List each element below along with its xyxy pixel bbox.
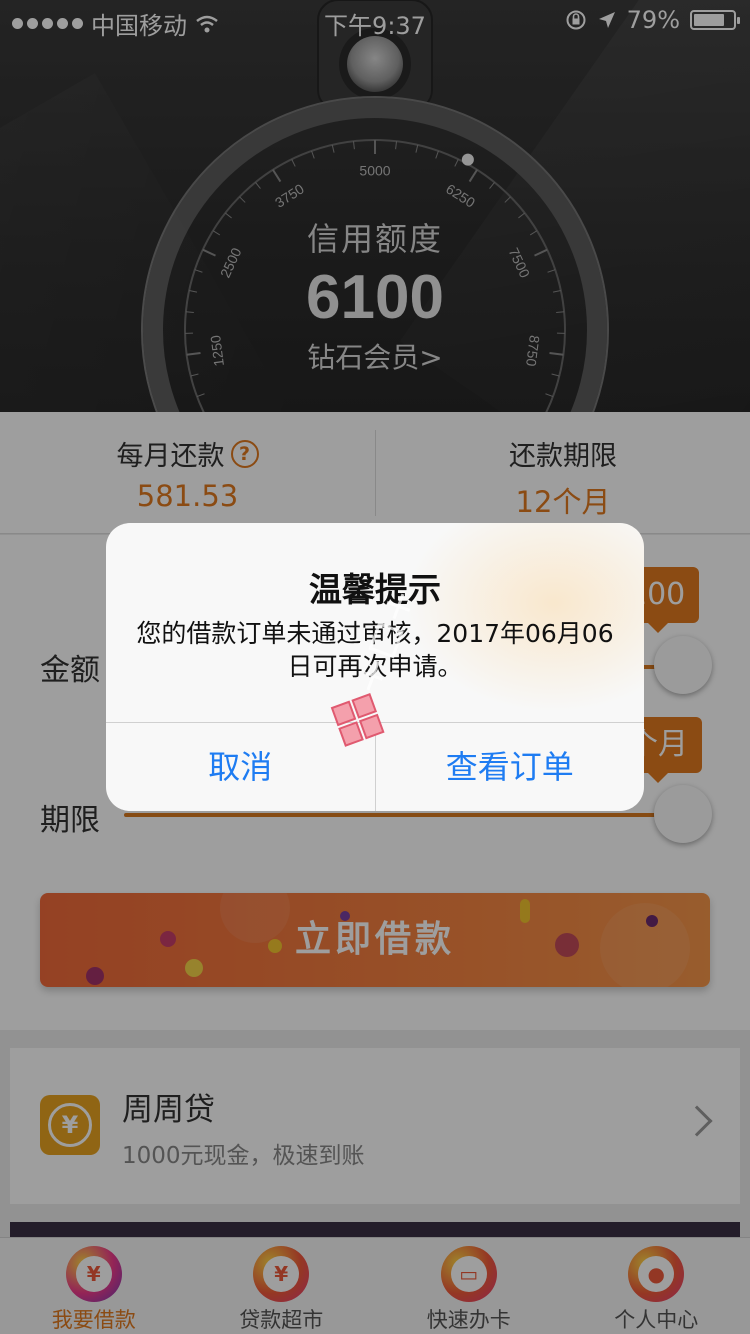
watermark-logo — [330, 593, 411, 747]
